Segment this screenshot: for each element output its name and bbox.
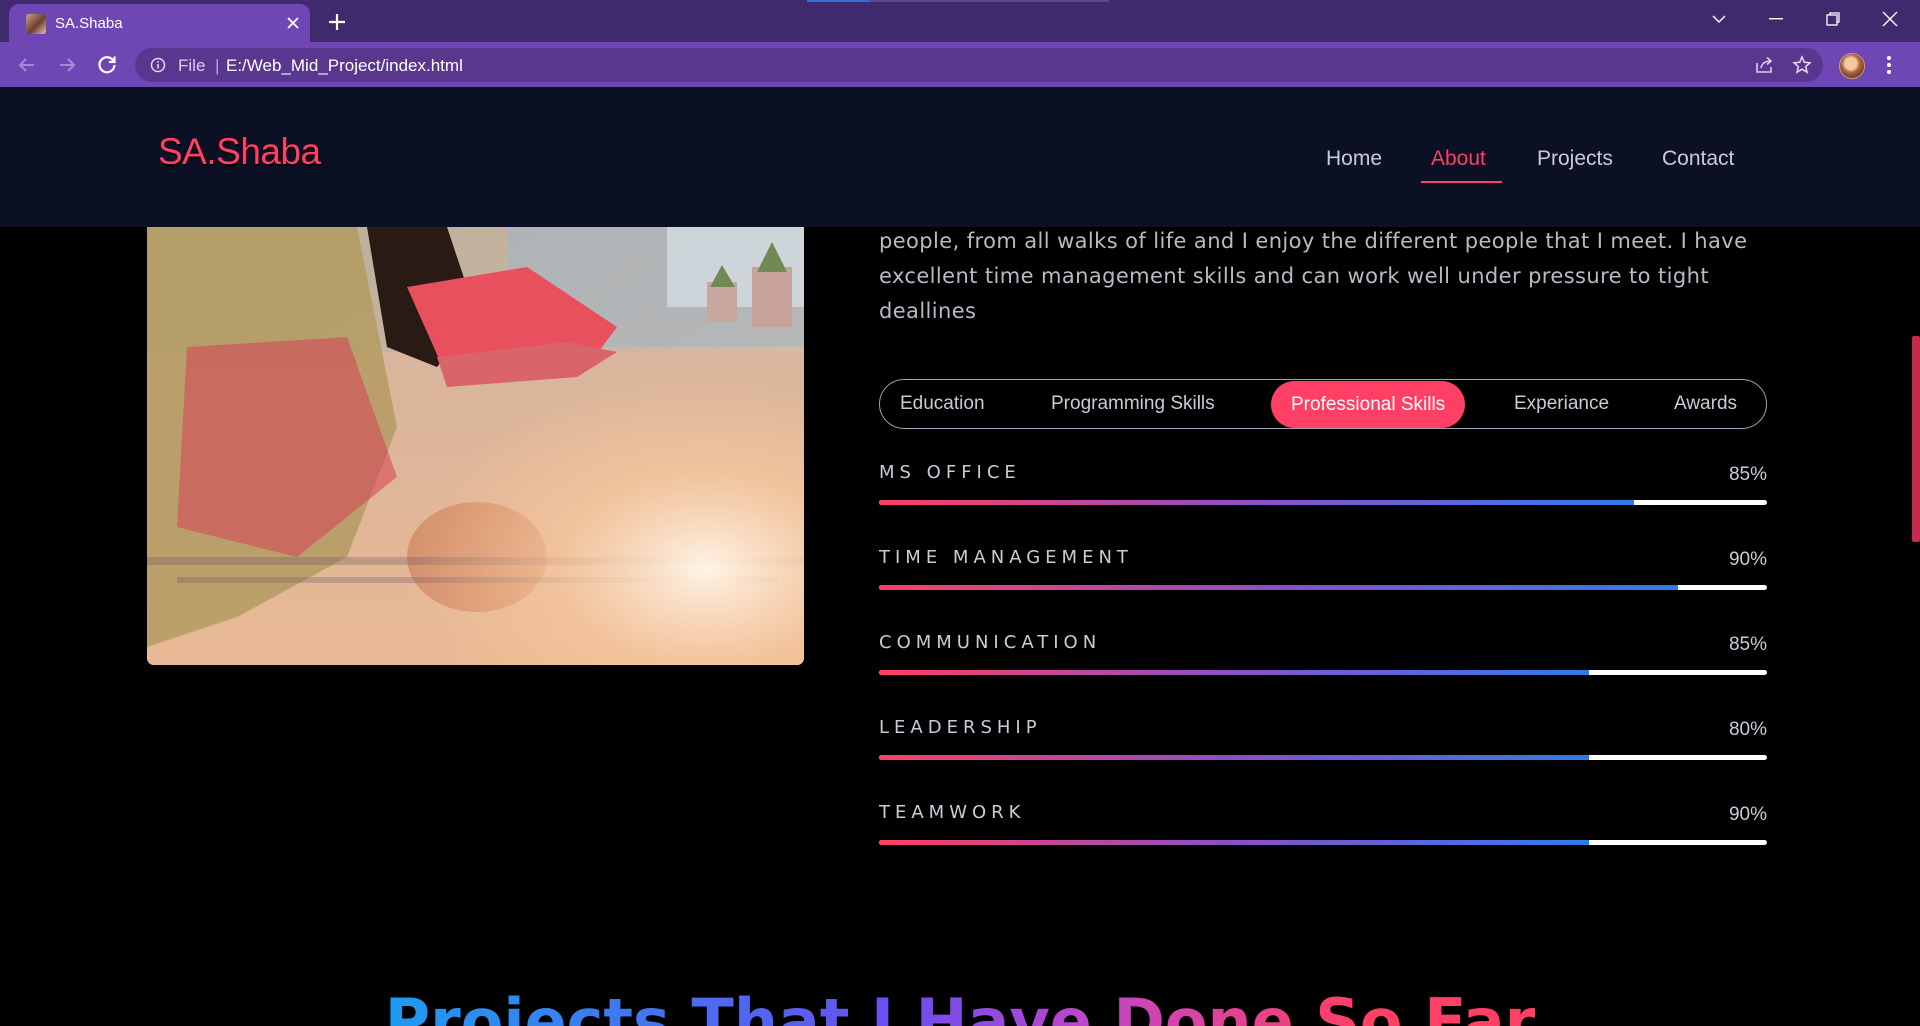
site-logo[interactable]: SA.Shaba — [158, 131, 321, 173]
reload-icon[interactable] — [95, 53, 119, 77]
skill-name: MS OFFICE — [879, 462, 1021, 483]
restore-button[interactable] — [1806, 0, 1860, 38]
projects-heading: Projects That I Have Done So Far — [0, 985, 1920, 1026]
skill-percent: 90% — [1728, 549, 1767, 570]
back-arrow-icon[interactable] — [15, 53, 39, 77]
skill-tabs: Education Programming Skills Professiona… — [879, 379, 1767, 429]
skill-name: TEAMWORK — [879, 802, 1026, 823]
info-icon[interactable] — [150, 57, 166, 77]
skill-progress-bar — [879, 840, 1767, 845]
projects-heading-text: Projects That I Have Done So Far — [385, 985, 1536, 1026]
new-tab-button[interactable] — [324, 9, 350, 35]
site-header: SA.Shaba Home About Projects Contact — [0, 87, 1920, 227]
skill-percent: 80% — [1728, 719, 1767, 740]
forward-arrow-icon[interactable] — [55, 53, 79, 77]
tab-awards[interactable]: Awards — [1674, 380, 1737, 428]
nav-active-underline — [1421, 181, 1502, 183]
browser-toolbar: File | E:/Web_Mid_Project/index.html — [0, 42, 1920, 87]
share-icon[interactable] — [1755, 56, 1775, 78]
address-bar[interactable]: File | E:/Web_Mid_Project/index.html — [135, 48, 1823, 82]
skill-percent: 90% — [1728, 804, 1767, 825]
skill-row: TIME MANAGEMENT 90% — [879, 547, 1767, 607]
tab-title: SA.Shaba — [55, 15, 123, 32]
profile-photo — [147, 227, 804, 665]
skill-percent: 85% — [1728, 634, 1767, 655]
minimize-button[interactable] — [1749, 0, 1803, 38]
about-text-line: deallines — [879, 299, 977, 323]
about-text-line: excellent time management skills and can… — [879, 264, 1709, 288]
skill-name: TIME MANAGEMENT — [879, 547, 1133, 568]
skill-progress-bar — [879, 670, 1767, 675]
close-window-button[interactable] — [1863, 0, 1917, 38]
skill-progress-fill — [879, 755, 1590, 760]
tab-search-button[interactable] — [1692, 0, 1746, 38]
url-text[interactable]: E:/Web_Mid_Project/index.html — [226, 56, 463, 76]
nav-projects[interactable]: Projects — [1537, 147, 1613, 171]
about-text-line: people, from all walks of life and I enj… — [879, 229, 1748, 253]
nav-contact[interactable]: Contact — [1662, 147, 1734, 171]
tab-experiance[interactable]: Experiance — [1514, 380, 1609, 428]
skill-name: COMMUNICATION — [879, 632, 1102, 653]
tab-programming-skills[interactable]: Programming Skills — [1051, 380, 1215, 428]
tab-favicon-icon — [26, 14, 46, 34]
browser-tab-strip: SA.Shaba — [0, 0, 1920, 42]
bookmark-star-icon[interactable] — [1792, 55, 1812, 79]
about-description: people, from all walks of life and I enj… — [879, 224, 1779, 329]
skill-row: MS OFFICE 85% — [879, 462, 1767, 522]
skill-progress-bar — [879, 500, 1767, 505]
nav-about[interactable]: About — [1431, 147, 1486, 171]
url-separator: | — [215, 56, 220, 75]
tab-close-icon[interactable] — [282, 12, 304, 34]
scrollbar-thumb[interactable] — [1912, 336, 1920, 542]
tab-loading-track — [869, 0, 1109, 2]
skill-progress-fill — [879, 670, 1590, 675]
browser-menu-icon[interactable] — [1886, 54, 1892, 80]
skill-progress-fill — [879, 840, 1590, 845]
tab-education[interactable]: Education — [900, 380, 985, 428]
nav-home[interactable]: Home — [1326, 147, 1382, 171]
skill-row: COMMUNICATION 85% — [879, 632, 1767, 692]
url-scheme-label: File — [178, 56, 206, 75]
browser-tab[interactable]: SA.Shaba — [9, 4, 310, 42]
skill-progress-bar — [879, 585, 1767, 590]
skill-progress-bar — [879, 755, 1767, 760]
skill-progress-fill — [879, 500, 1634, 505]
skill-name: LEADERSHIP — [879, 717, 1042, 738]
skill-percent: 85% — [1728, 464, 1767, 485]
skill-row: LEADERSHIP 80% — [879, 717, 1767, 777]
skill-row: TEAMWORK 90% — [879, 802, 1767, 862]
profile-avatar[interactable] — [1839, 53, 1865, 79]
skill-progress-fill — [879, 585, 1679, 590]
tab-loading-indicator — [807, 0, 869, 2]
tab-professional-skills[interactable]: Professional Skills — [1271, 381, 1466, 428]
